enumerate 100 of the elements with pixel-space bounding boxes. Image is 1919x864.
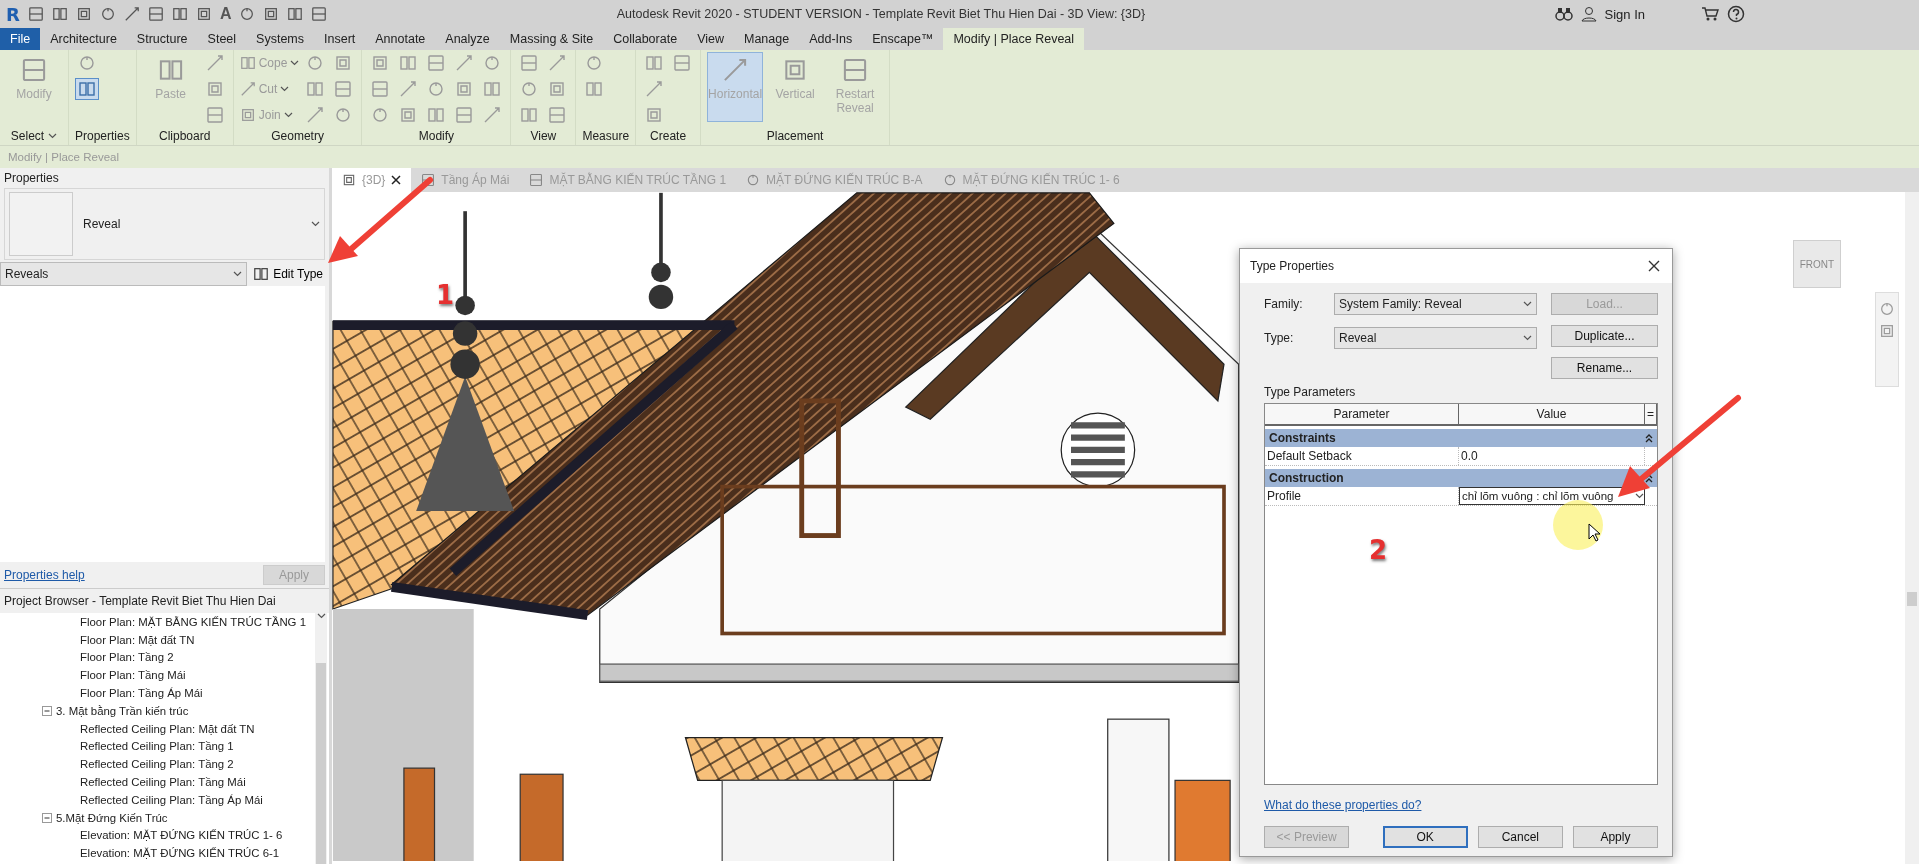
- group-header[interactable]: Constraints: [1265, 429, 1657, 447]
- dropdown-field[interactable]: System Family: Reveal: [1334, 293, 1537, 315]
- dropdown-field[interactable]: Reveal: [1334, 327, 1537, 349]
- tool-icon: [239, 81, 256, 97]
- collapse-chevron-icon[interactable]: [1645, 473, 1653, 483]
- ribbon-tab[interactable]: Manage: [734, 28, 800, 50]
- ribbon-tab[interactable]: Modify | Place Reveal: [943, 28, 1085, 50]
- column-header[interactable]: Value: [1459, 404, 1645, 424]
- view-tree-item[interactable]: Reflected Ceiling Plan: Tầng 1: [80, 740, 234, 753]
- dialog-button[interactable]: OK: [1382, 826, 1468, 848]
- ribbon-tab[interactable]: Analyze: [435, 28, 500, 50]
- ribbon-tab[interactable]: File: [0, 28, 41, 50]
- view-tree-item[interactable]: Reflected Ceiling Plan: Tầng Mái: [80, 776, 246, 789]
- plan-icon: [421, 173, 436, 187]
- ribbon-tab[interactable]: Add-Ins: [799, 28, 863, 50]
- group-header[interactable]: Construction: [1265, 469, 1657, 487]
- dropdown-caret-icon: [1523, 301, 1532, 307]
- tool-icon: [585, 80, 604, 98]
- panel-label: Placement: [765, 128, 825, 145]
- dialog-button[interactable]: Apply: [1572, 826, 1658, 848]
- edit-type-button[interactable]: Edit Type: [247, 263, 329, 285]
- cart-icon[interactable]: [1701, 6, 1719, 22]
- ribbon-tab[interactable]: Massing & Site: [499, 28, 604, 50]
- tool-icon: [548, 80, 567, 98]
- toolbar-icon: [171, 6, 188, 22]
- tool-icon: [548, 54, 567, 72]
- view-tree-item[interactable]: Elevation: MẶT ĐỨNG KIẾN TRÚC 1- 6: [80, 829, 283, 842]
- profile-dropdown[interactable]: chỉ lõm vuông : chỉ lõm vuông: [1459, 487, 1645, 505]
- tool-icon: [645, 80, 664, 98]
- view-tree-item[interactable]: Elevation: MẶT ĐỨNG KIẾN TRÚC 6-1: [80, 847, 280, 860]
- tool-icon: [520, 54, 539, 72]
- help-icon[interactable]: [1727, 5, 1745, 23]
- dropdown-caret-icon: [283, 112, 293, 118]
- toolbar-icon: [147, 6, 164, 22]
- view-tree-item[interactable]: Floor Plan: Tầng 2: [80, 651, 174, 664]
- view-group-item[interactable]: 5.Mặt Đứng Kiến Trúc: [56, 811, 168, 824]
- tool-icon: [399, 54, 418, 72]
- toolbar-icon: [311, 6, 328, 22]
- scrollbar[interactable]: [1905, 192, 1919, 864]
- navigation-bar[interactable]: [1875, 292, 1899, 387]
- scrollbar[interactable]: [315, 613, 327, 864]
- dialog-button[interactable]: Duplicate...: [1551, 325, 1658, 347]
- toolbar-icon: [239, 6, 256, 22]
- dialog-button[interactable]: Cancel: [1477, 826, 1563, 848]
- tool-icon: [722, 57, 749, 83]
- ribbon-tab[interactable]: Systems: [246, 28, 314, 50]
- section-label: Type Parameters: [1264, 385, 1357, 399]
- tool-icon: [455, 54, 474, 72]
- type-selector[interactable]: Reveal: [4, 188, 325, 260]
- dialog-button[interactable]: Rename...: [1551, 357, 1658, 379]
- app-logo[interactable]: R: [6, 3, 20, 25]
- tool-icon: [21, 57, 47, 83]
- instance-filter-dropdown[interactable]: Reveals: [0, 262, 248, 286]
- binoculars-icon[interactable]: [1554, 6, 1573, 22]
- text-tool-icon[interactable]: A: [219, 5, 232, 23]
- tool-icon: [427, 54, 446, 72]
- dropdown-caret-icon: [1635, 493, 1644, 499]
- ribbon-tab[interactable]: Architecture: [40, 28, 127, 50]
- ribbon-icon-button[interactable]: [75, 78, 99, 100]
- field-label: Family:: [1264, 297, 1304, 311]
- window-title: Autodesk Revit 2020 - STUDENT VERSION - Template Revit Biet Thu Hien Dai - 3D View: {3D}: [615, 7, 1147, 21]
- ribbon-tab[interactable]: View: [687, 28, 734, 50]
- panel-label[interactable]: Select: [6, 127, 62, 145]
- tool-icon: [205, 106, 224, 124]
- sign-in-link[interactable]: Sign In: [1604, 6, 1645, 22]
- ribbon-tab[interactable]: Insert: [314, 28, 366, 50]
- ribbon-tab[interactable]: Steel: [197, 28, 247, 50]
- ribbon-tab[interactable]: Collaborate: [603, 28, 688, 50]
- tool-icon: [520, 106, 539, 124]
- tool-icon: [334, 54, 353, 72]
- view-tree-item[interactable]: Floor Plan: Mặt đất TN: [80, 633, 195, 646]
- dropdown-caret-icon: [48, 133, 58, 139]
- view-tree-item[interactable]: Floor Plan: Tầng Áp Mái: [80, 687, 203, 700]
- help-link[interactable]: What do these properties do?: [1264, 798, 1658, 812]
- tool-icon: [306, 54, 325, 72]
- column-header[interactable]: Parameter: [1265, 404, 1459, 424]
- view-tree-item[interactable]: Floor Plan: MẶT BẰNG KIẾN TRÚC TẦNG 1: [80, 615, 306, 628]
- view-tree-item[interactable]: Reflected Ceiling Plan: Tầng Áp Mái: [80, 793, 263, 806]
- collapse-chevron-icon[interactable]: [1645, 433, 1653, 443]
- collapse-icon[interactable]: [42, 705, 52, 716]
- dropdown-caret-icon: [233, 271, 243, 277]
- close-icon[interactable]: [391, 175, 402, 185]
- toolbar-icon: [51, 6, 68, 22]
- ribbon-tab[interactable]: Enscape™: [862, 28, 944, 50]
- ribbon-tab[interactable]: Annotate: [365, 28, 436, 50]
- collapse-icon[interactable]: [42, 812, 52, 823]
- view-tree-item[interactable]: Floor Plan: Tầng Mái: [80, 669, 186, 682]
- ribbon-tab[interactable]: Structure: [126, 28, 198, 50]
- elevation-icon: [942, 173, 957, 187]
- toolbar-icon: [75, 6, 92, 22]
- properties-help-link[interactable]: Properties help: [4, 568, 85, 582]
- view-group-item[interactable]: 3. Mặt bằng Trần kiến trúc: [56, 704, 189, 717]
- view-tree-item[interactable]: Reflected Ceiling Plan: Tầng 2: [80, 758, 234, 771]
- parameter-value[interactable]: 0.0: [1459, 447, 1645, 465]
- view-tree-item[interactable]: Reflected Ceiling Plan: Mặt đất TN: [80, 722, 255, 735]
- user-icon[interactable]: [1580, 6, 1597, 22]
- column-header[interactable]: =: [1645, 404, 1657, 424]
- tool-icon: [306, 106, 325, 124]
- panel-label: Modify: [417, 128, 456, 145]
- mouse-pointer-icon: [1588, 523, 1602, 543]
